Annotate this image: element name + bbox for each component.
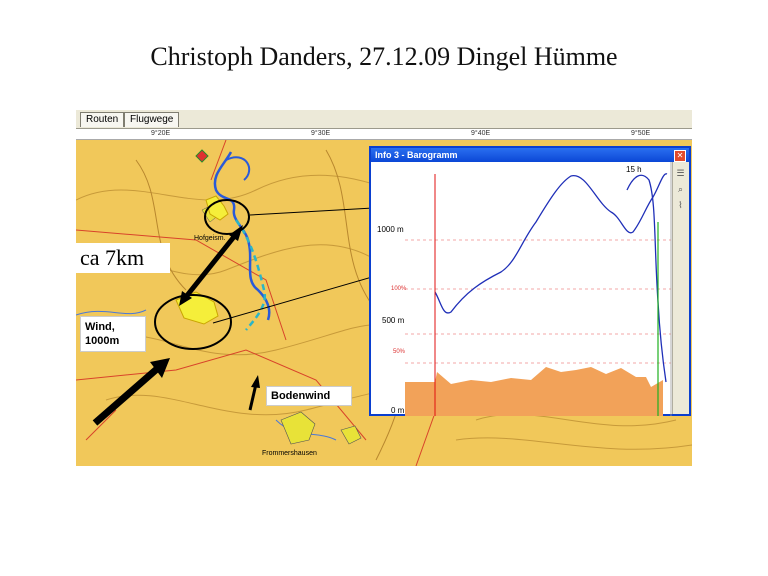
wind-label-line1: Wind, — [85, 321, 115, 333]
list-icon[interactable]: ☰ — [675, 168, 686, 179]
barogram-window: Info 3 - Barogramm ✕ 1000 m 100% 500 m 5… — [369, 146, 691, 416]
thermal-strength-area — [405, 367, 663, 416]
chart-toolbar: ☰ ⌕ ⌇ — [672, 162, 689, 414]
barogram-chart[interactable] — [371, 162, 673, 416]
close-icon[interactable]: ✕ — [674, 150, 686, 162]
altitude-line — [434, 173, 668, 314]
y-label-0m: 0 m — [391, 406, 405, 415]
y-label-1000m: 1000 m — [377, 225, 404, 234]
y-label-100pct: 100% — [391, 286, 407, 292]
ground-wind-annotation: Bodenwind — [266, 386, 352, 406]
distance-annotation: ca 7km — [76, 243, 170, 273]
y-label-50pct: 50% — [393, 349, 406, 355]
window-titlebar[interactable]: Info 3 - Barogramm ✕ — [371, 148, 689, 162]
zoom-icon[interactable]: ⌕ — [675, 184, 686, 195]
wind-label-line2: 1000m — [85, 335, 120, 347]
chart-icon[interactable]: ⌇ — [675, 200, 686, 211]
window-title: Info 3 - Barogramm — [375, 150, 458, 160]
altitude-descent-line — [626, 174, 667, 383]
wind-annotation: Wind, 1000m — [80, 316, 146, 352]
y-label-500m: 500 m — [382, 316, 405, 325]
time-label: 15 h — [626, 165, 642, 174]
